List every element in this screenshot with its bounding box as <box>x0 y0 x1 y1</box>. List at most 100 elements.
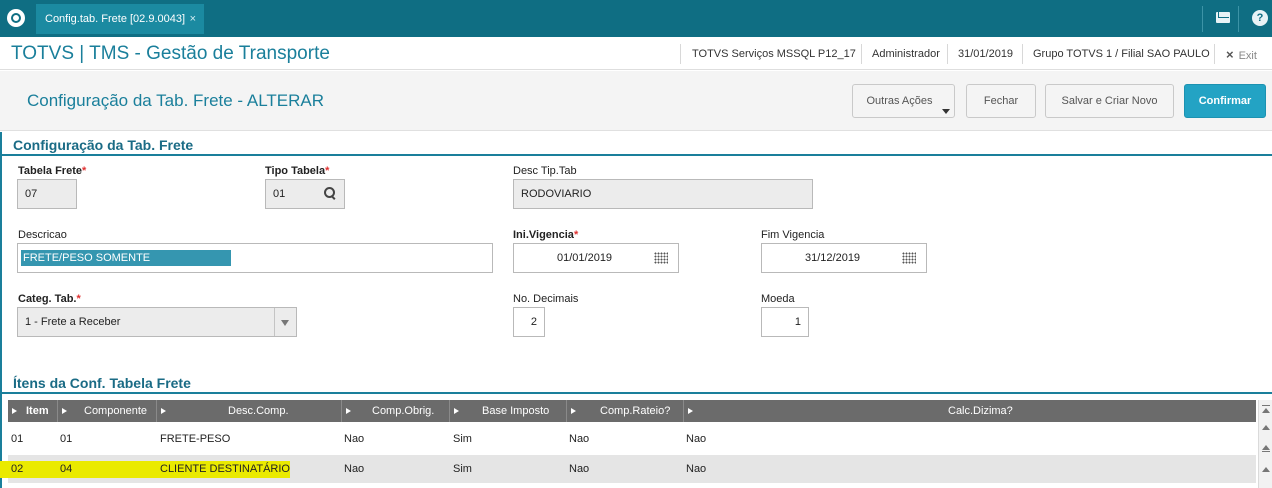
moeda-field[interactable]: 1 <box>761 307 809 337</box>
help-icon[interactable]: ? <box>1252 10 1268 26</box>
column-header-comp-obrig[interactable]: Comp.Obrig. <box>342 400 450 422</box>
table-row[interactable]: 02 04 CLIENTE DESTINATÁRIO Nao Sim Nao N… <box>0 455 1256 483</box>
grid-section-title: Ítens da Conf. Tabela Frete <box>13 375 191 391</box>
search-icon[interactable] <box>324 187 336 199</box>
cell-comp-rateio: Nao <box>569 433 590 445</box>
scroll-top-icon[interactable] <box>1262 405 1270 406</box>
divider <box>861 44 862 64</box>
cell-componente: 01 <box>60 433 73 445</box>
column-header-item[interactable]: Item <box>8 400 58 422</box>
column-header-calc-dizima[interactable]: Calc.Dizima? <box>684 400 1256 422</box>
desc-tip-tab-field: RODOVIARIO <box>513 179 813 209</box>
column-header-desc-comp[interactable]: Desc.Comp. <box>157 400 342 422</box>
other-actions-button[interactable]: Outras Ações <box>852 84 955 118</box>
sort-arrow-icon <box>346 408 351 414</box>
environment-label: TOTVS Serviços MSSQL P12_17 <box>692 48 856 60</box>
app-header: TOTVS | TMS - Gestão de Transporte TOTVS… <box>0 37 1272 70</box>
categ-tab-select[interactable]: 1 - Frete a Receber <box>17 307 297 337</box>
tab-config-tab-frete[interactable]: Config.tab. Frete [02.9.0043] × <box>36 4 204 34</box>
ini-vigencia-label: Ini.Vigencia* <box>513 229 579 241</box>
cell-desc-comp: FRETE-PESO <box>160 433 231 445</box>
cell-desc-comp: CLIENTE DESTINATÁRIO <box>160 463 290 475</box>
tabela-frete-field[interactable]: 07 <box>17 179 77 209</box>
grid-header: Item Componente Desc.Comp. Comp.Obrig. B… <box>8 400 1256 422</box>
fim-vigencia-label: Fim Vigencia <box>761 229 825 241</box>
moeda-label: Moeda <box>761 293 795 305</box>
descricao-selected-value: FRETE/PESO SOMENTE <box>21 250 231 266</box>
totvs-logo-icon[interactable] <box>7 9 25 27</box>
mail-icon[interactable] <box>1216 12 1230 23</box>
cell-comp-rateio: Nao <box>569 463 590 475</box>
divider <box>1202 6 1203 32</box>
cell-item: 02 <box>11 463 24 475</box>
user-label: Administrador <box>872 48 940 60</box>
cell-item: 01 <box>11 433 24 445</box>
sort-arrow-icon <box>571 408 576 414</box>
cell-calc-dizima: Nao <box>686 463 707 475</box>
divider <box>680 44 681 64</box>
tab-close-icon[interactable]: × <box>190 4 196 34</box>
cell-calc-dizima: Nao <box>686 433 707 445</box>
section-divider <box>0 392 1272 394</box>
tipo-tabela-value: 01 <box>273 188 286 200</box>
exit-button[interactable]: × Exit <box>1226 47 1257 62</box>
tabela-frete-label: Tabela Frete* <box>18 165 87 177</box>
action-bar: Configuração da Tab. Frete - ALTERAR Out… <box>0 71 1272 131</box>
tab-label: Config.tab. Frete [02.9.0043] <box>45 13 186 25</box>
sort-arrow-icon <box>161 408 166 414</box>
no-decimais-field[interactable]: 2 <box>513 307 545 337</box>
section-divider <box>0 154 1272 156</box>
page-title: Configuração da Tab. Frete - ALTERAR <box>27 91 325 110</box>
sort-arrow-icon <box>12 408 17 414</box>
chevron-down-icon <box>942 109 950 114</box>
chevron-down-icon[interactable] <box>274 308 296 336</box>
cell-base-imposto: Sim <box>453 433 472 445</box>
column-header-componente[interactable]: Componente <box>58 400 157 422</box>
divider <box>1214 44 1215 64</box>
ini-vigencia-field[interactable]: 01/01/2019 <box>513 243 679 273</box>
divider <box>1022 44 1023 64</box>
categ-tab-label: Categ. Tab.* <box>18 293 81 305</box>
date-label: 31/01/2019 <box>958 48 1014 60</box>
cell-base-imposto: Sim <box>453 463 472 475</box>
exit-icon: × <box>1226 47 1234 62</box>
scroll-up-icon[interactable] <box>1262 425 1270 430</box>
table-row[interactable]: 01 01 FRETE-PESO Nao Sim Nao Nao <box>8 425 1256 453</box>
sort-arrow-icon <box>688 408 693 414</box>
cell-comp-obrig: Nao <box>344 463 365 475</box>
desc-tip-tab-label: Desc Tip.Tab <box>513 165 577 177</box>
left-rail <box>0 132 2 488</box>
fim-vigencia-value: 31/12/2019 <box>805 252 861 264</box>
scroll-down-icon[interactable] <box>1262 467 1270 472</box>
tipo-tabela-field[interactable]: 01 <box>265 179 345 209</box>
scroll-top-icon[interactable] <box>1262 408 1270 413</box>
calendar-icon[interactable] <box>654 252 668 264</box>
confirm-button[interactable]: Confirmar <box>1184 84 1266 118</box>
form-section-title: Configuração da Tab. Frete <box>13 137 194 153</box>
close-button[interactable]: Fechar <box>966 84 1036 118</box>
column-header-comp-rateio[interactable]: Comp.Rateio? <box>567 400 684 422</box>
exit-label: Exit <box>1238 50 1257 62</box>
grid-scrollbar[interactable] <box>1258 400 1272 488</box>
company-label: Grupo TOTVS 1 / Filial SAO PAULO <box>1033 48 1210 60</box>
scroll-page-up-icon[interactable] <box>1262 451 1270 452</box>
categ-tab-value: 1 - Frete a Receber <box>25 316 121 328</box>
tipo-tabela-label: Tipo Tabela* <box>265 165 330 177</box>
cell-componente: 04 <box>60 463 73 475</box>
fim-vigencia-field[interactable]: 31/12/2019 <box>761 243 927 273</box>
column-header-base-imposto[interactable]: Base Imposto <box>450 400 567 422</box>
divider <box>947 44 948 64</box>
app-title: TOTVS | TMS - Gestão de Transporte <box>11 43 330 64</box>
descricao-label: Descricao <box>18 229 67 241</box>
descricao-field[interactable]: FRETE/PESO SOMENTE <box>17 243 493 273</box>
other-actions-label: Outras Ações <box>866 95 933 107</box>
save-and-new-button[interactable]: Salvar e Criar Novo <box>1045 84 1174 118</box>
cell-comp-obrig: Nao <box>344 433 365 445</box>
calendar-icon[interactable] <box>902 252 916 264</box>
sort-arrow-icon <box>62 408 67 414</box>
divider <box>1238 6 1239 32</box>
top-tab-bar: Config.tab. Frete [02.9.0043] × ? <box>0 0 1272 37</box>
sort-arrow-icon <box>454 408 459 414</box>
scroll-page-up-icon[interactable] <box>1262 445 1270 450</box>
ini-vigencia-value: 01/01/2019 <box>557 252 613 264</box>
